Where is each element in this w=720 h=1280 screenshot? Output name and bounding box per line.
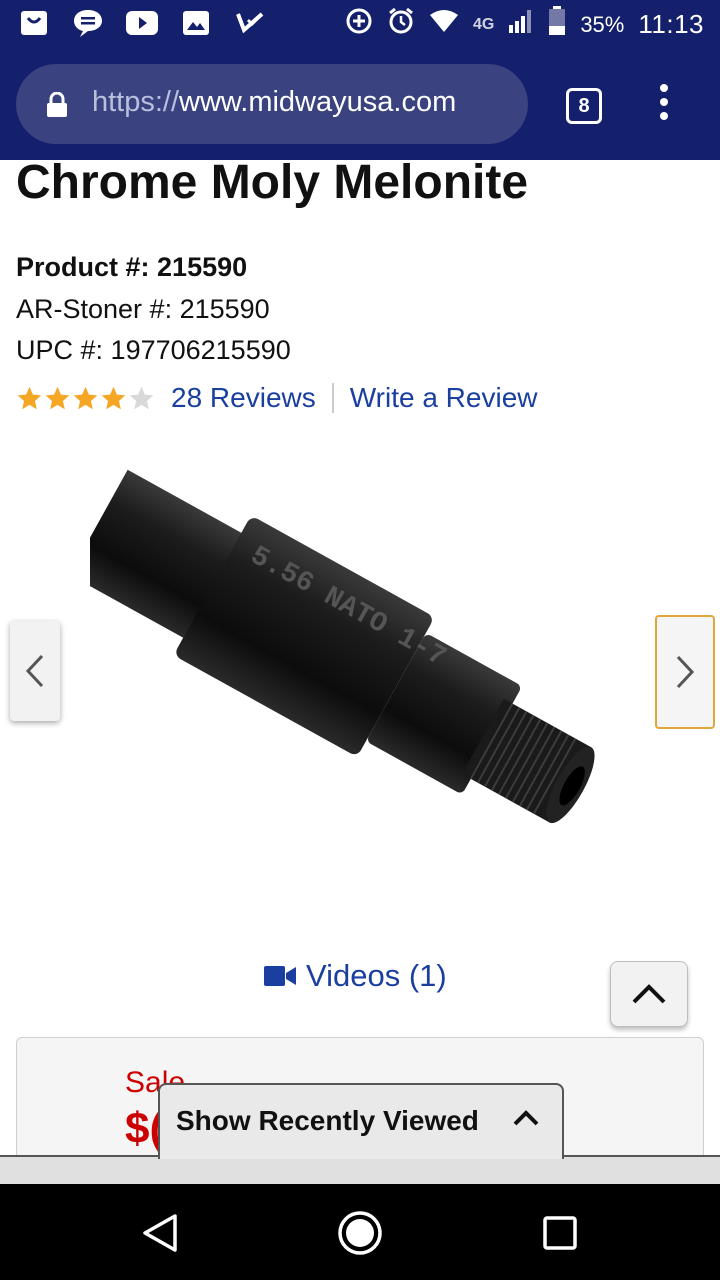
wifi-icon [429, 9, 459, 40]
chevron-up-icon [632, 984, 666, 1004]
network-type: 4G [472, 15, 495, 33]
browser-header: 4G 35% 11:13 https://www.midwayusa.com 8 [0, 0, 720, 160]
previous-image-button[interactable] [10, 621, 60, 721]
star-rating [16, 385, 155, 412]
recently-viewed-toggle[interactable]: Show Recently Viewed [158, 1083, 564, 1159]
videos-label: Videos (1) [306, 958, 447, 993]
stoner-number-line: AR-Stoner #: 215590 [16, 294, 270, 325]
upc-number: 197706215590 [110, 335, 291, 365]
gallery-icon [180, 8, 212, 38]
product-title: Chrome Moly Melonite [16, 156, 529, 209]
stoner-number: 215590 [179, 294, 270, 324]
checklist-icon [234, 8, 266, 38]
rating-row: 28 Reviews Write a Review [16, 378, 538, 418]
shopping-bag-icon [18, 8, 50, 38]
upc-label: UPC #: [16, 335, 104, 365]
youtube-icon [126, 8, 158, 38]
product-number-label: Product #: [16, 252, 150, 282]
star-filled-icon [17, 386, 42, 409]
signal-icon [508, 9, 534, 40]
chat-icon [72, 8, 104, 38]
product-image[interactable]: 5.56 NATO 1-7 [69, 460, 630, 920]
back-triangle-icon [143, 1214, 177, 1252]
url-host: www.midwayusa.com [179, 86, 457, 118]
battery-icon [548, 6, 566, 43]
star-filled-icon [101, 386, 126, 409]
chevron-right-icon [676, 655, 695, 689]
alarm-icon [387, 7, 415, 42]
recently-viewed-bar [0, 1155, 720, 1187]
divider [331, 383, 334, 413]
system-navigation-bar [0, 1184, 720, 1280]
tab-switcher-button[interactable]: 8 [566, 88, 602, 124]
upc-line: UPC #: 197706215590 [16, 335, 291, 366]
home-button[interactable] [335, 1208, 385, 1258]
product-number-line: Product #: 215590 [16, 252, 247, 283]
scroll-to-top-button[interactable] [610, 961, 688, 1027]
chevron-left-icon [25, 654, 44, 688]
chevron-up-icon [513, 1110, 539, 1126]
clock: 11:13 [638, 9, 704, 39]
recently-viewed-label: Show Recently Viewed [176, 1105, 479, 1136]
url-text: https://www.midwayusa.com [92, 86, 522, 119]
recents-button[interactable] [535, 1208, 585, 1258]
back-button[interactable] [135, 1208, 185, 1258]
address-bar[interactable]: https://www.midwayusa.com [16, 64, 528, 144]
reviews-link[interactable]: 28 Reviews [171, 382, 316, 414]
star-filled-icon [45, 386, 70, 409]
home-circle-icon [338, 1211, 382, 1255]
lock-icon [46, 91, 68, 123]
star-filled-icon [73, 386, 98, 409]
browser-menu-button[interactable] [656, 84, 672, 124]
next-image-button[interactable] [655, 615, 715, 729]
star-empty-icon [129, 386, 154, 409]
write-review-link[interactable]: Write a Review [350, 382, 538, 414]
recents-square-icon [543, 1216, 577, 1250]
url-scheme: https:// [92, 86, 180, 118]
video-camera-icon [264, 966, 296, 986]
product-number: 215590 [157, 252, 248, 282]
battery-percent: 35% [580, 11, 625, 37]
stoner-number-label: AR-Stoner #: [16, 294, 173, 324]
status-bar: 4G 35% 11:13 [0, 0, 720, 52]
data-saver-icon [345, 7, 373, 42]
videos-link[interactable]: Videos (1) [264, 958, 447, 994]
